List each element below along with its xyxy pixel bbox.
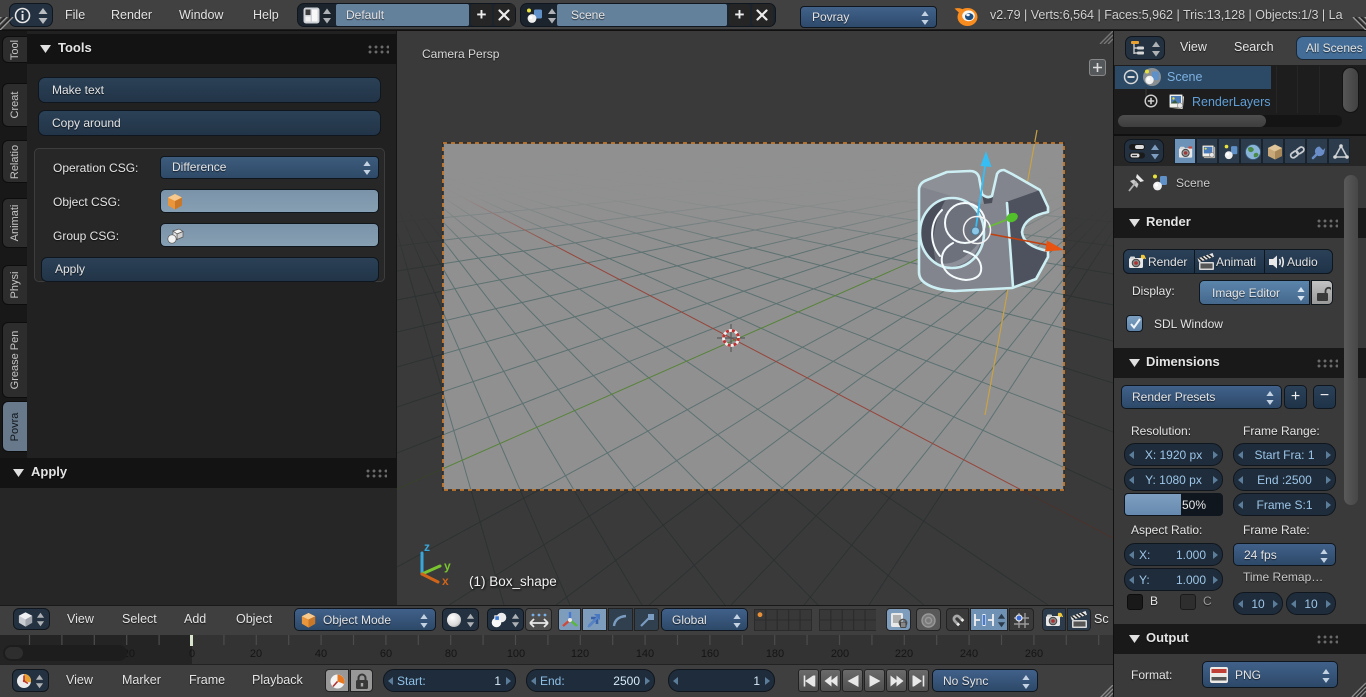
svg-text:z: z <box>424 540 430 554</box>
svg-text:y: y <box>444 559 451 573</box>
svg-text:x: x <box>442 574 449 588</box>
